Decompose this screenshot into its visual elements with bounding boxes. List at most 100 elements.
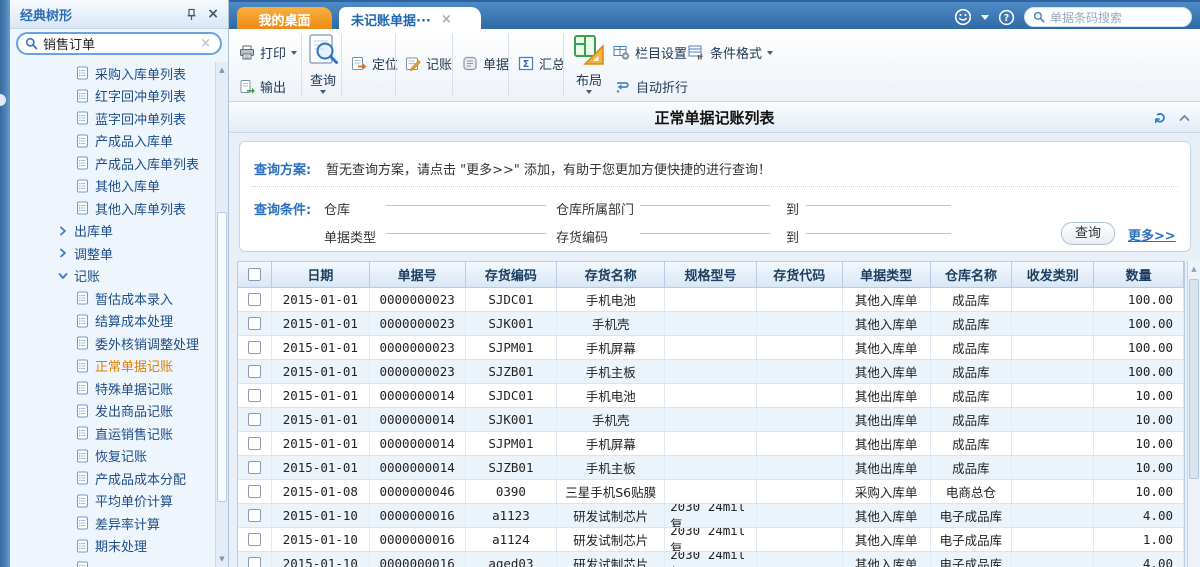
warehouse-input[interactable] — [386, 188, 546, 206]
table-row[interactable]: 2015-01-0800000000460390三星手机S6贴膜采购入库单电商总… — [238, 480, 1184, 504]
row-checkbox[interactable] — [248, 341, 261, 354]
table-row[interactable]: 2015-01-100000000016a1123研发试制芯片2030 24mi… — [238, 504, 1184, 528]
tree-leaf-item[interactable]: 平均单价计算 — [10, 490, 215, 513]
tree-leaf-item[interactable]: 结算成本处理 — [10, 310, 215, 333]
table-row[interactable]: 2015-01-100000000016aqed03研发试制芯片2030 24m… — [238, 552, 1184, 567]
summary-button[interactable]: Σ 汇总 — [518, 54, 565, 73]
row-checkbox[interactable] — [248, 437, 261, 450]
tree-leaf-item[interactable]: 蓝字回冲单列表 — [10, 107, 215, 130]
table-row[interactable]: 2015-01-010000000014SJPM01手机屏幕其他出库单成品库10… — [238, 432, 1184, 456]
sidebar-search-input[interactable]: 销售订单 × — [16, 32, 222, 55]
cell: 电商总仓 — [931, 480, 1013, 503]
warehouse-dept-to-input[interactable] — [806, 188, 951, 206]
table-row[interactable]: 2015-01-010000000023SJK001手机壳其他入库单成品库100… — [238, 312, 1184, 336]
query-button[interactable]: 查询 — [301, 33, 345, 94]
tree-leaf-item[interactable]: 直运销售记账 — [10, 422, 215, 445]
inv-code-input[interactable] — [640, 216, 770, 234]
tree-leaf-item[interactable]: 差异率计算 — [10, 512, 215, 535]
row-checkbox[interactable] — [248, 461, 261, 474]
table-row[interactable]: 2015-01-010000000014SJZB01手机主板其他出库单成品库10… — [238, 456, 1184, 480]
search-button[interactable]: 查询 — [1061, 222, 1115, 245]
scroll-down-icon[interactable]: ▼ — [216, 555, 228, 563]
auto-wrap-button[interactable]: 自动折行 — [615, 77, 688, 96]
more-link[interactable]: 更多>> — [1128, 225, 1176, 244]
column-header[interactable]: 仓库名称 — [931, 262, 1013, 287]
column-header[interactable]: 存货名称 — [557, 262, 665, 287]
layout-button[interactable]: 布局 — [567, 33, 611, 94]
table-row[interactable]: 2015-01-010000000014SJK001手机壳其他出库单成品库10.… — [238, 408, 1184, 432]
post-button[interactable]: 记账 — [405, 54, 452, 73]
scroll-up-icon[interactable]: ▲ — [1188, 265, 1200, 273]
row-checkbox[interactable] — [248, 413, 261, 426]
sidebar-scrollbar[interactable]: ▲ ▼ — [215, 62, 228, 567]
barcode-search-input[interactable]: 单据条码搜索 — [1024, 7, 1192, 27]
document-icon — [76, 201, 89, 215]
tree-leaf-item[interactable]: 产成品入库单列表 — [10, 152, 215, 175]
row-checkbox[interactable] — [248, 293, 261, 306]
tree-leaf-item[interactable]: 恢复记账 — [10, 445, 215, 468]
row-checkbox[interactable] — [248, 389, 261, 402]
collapse-icon[interactable] — [1179, 114, 1190, 122]
tab-close-icon[interactable]: × — [441, 12, 452, 27]
bill-button[interactable]: 单据 — [462, 54, 509, 73]
chevron-down-icon[interactable] — [981, 15, 989, 20]
column-header[interactable]: 存货编码 — [466, 262, 558, 287]
export-button[interactable]: 输出 — [239, 77, 286, 96]
scroll-thumb[interactable] — [217, 212, 227, 502]
tree-leaf-item[interactable]: 发出商品记账 — [10, 400, 215, 423]
table-row[interactable]: 2015-01-010000000023SJZB01手机主板其他入库单成品库10… — [238, 360, 1184, 384]
tree-leaf-item[interactable]: 红字回冲单列表 — [10, 85, 215, 108]
row-select-cell — [238, 528, 272, 551]
tree-group-item[interactable]: 出库单 — [10, 220, 215, 243]
clear-icon[interactable]: × — [200, 37, 211, 50]
row-checkbox[interactable] — [248, 485, 261, 498]
smiley-icon[interactable] — [954, 8, 972, 26]
table-row[interactable]: 2015-01-010000000023SJDC01手机电池其他入库单成品库10… — [238, 288, 1184, 312]
conditional-format-button[interactable]: If 条件格式 — [688, 43, 773, 62]
tree-leaf-item[interactable]: 委外核销调整处理 — [10, 332, 215, 355]
locate-button[interactable]: 定位 — [351, 54, 398, 73]
row-checkbox[interactable] — [248, 365, 261, 378]
select-all-checkbox[interactable] — [248, 268, 261, 281]
tab-my-desktop[interactable]: 我的桌面 — [237, 7, 332, 31]
row-checkbox[interactable] — [248, 533, 261, 546]
pin-icon[interactable] — [185, 8, 198, 21]
column-header[interactable]: 收发类别 — [1012, 262, 1094, 287]
tab-unposted-docs[interactable]: 未记账单据··· × — [339, 7, 481, 31]
tree-leaf-item[interactable]: 期末处理 — [10, 535, 215, 558]
row-checkbox[interactable] — [248, 557, 261, 567]
table-row[interactable]: 2015-01-100000000016a1124研发试制芯片2030 24mi… — [238, 528, 1184, 552]
tree-leaf-item[interactable] — [10, 557, 215, 567]
row-checkbox[interactable] — [248, 509, 261, 522]
column-header[interactable]: 数量 — [1094, 262, 1184, 287]
tree-leaf-item[interactable]: 暂估成本录入 — [10, 287, 215, 310]
tree-group-item[interactable]: 调整单 — [10, 242, 215, 265]
tree-leaf-item[interactable]: 其他入库单列表 — [10, 197, 215, 220]
row-checkbox[interactable] — [248, 317, 261, 330]
tree-group-item[interactable]: 记账 — [10, 265, 215, 288]
column-header[interactable]: 单据类型 — [843, 262, 931, 287]
tree-leaf-item[interactable]: 其他入库单 — [10, 175, 215, 198]
scroll-thumb[interactable] — [1189, 279, 1199, 479]
doc-type-input[interactable] — [386, 216, 546, 234]
table-row[interactable]: 2015-01-010000000014SJDC01手机电池其他出库单成品库10… — [238, 384, 1184, 408]
tree-leaf-item[interactable]: 产成品入库单 — [10, 130, 215, 153]
inv-code-to-input[interactable] — [806, 216, 951, 234]
column-header[interactable]: 规格型号 — [665, 262, 757, 287]
column-settings-button[interactable]: 栏目设置 — [613, 43, 687, 62]
help-icon[interactable]: ? — [998, 9, 1015, 26]
close-icon[interactable]: × — [207, 7, 219, 21]
column-header[interactable]: 日期 — [272, 262, 370, 287]
grid-scrollbar[interactable]: ▲ — [1187, 261, 1200, 567]
column-header[interactable]: 单据号 — [370, 262, 466, 287]
table-row[interactable]: 2015-01-010000000023SJPM01手机屏幕其他入库单成品库10… — [238, 336, 1184, 360]
tree-leaf-item[interactable]: 采购入库单列表 — [10, 62, 215, 85]
print-button[interactable]: 打印 — [239, 43, 297, 62]
tree-leaf-item[interactable]: 特殊单据记账 — [10, 377, 215, 400]
scroll-up-icon[interactable]: ▲ — [216, 66, 228, 74]
tree-leaf-item[interactable]: 产成品成本分配 — [10, 467, 215, 490]
warehouse-dept-input[interactable] — [640, 188, 770, 206]
refresh-icon[interactable]: ↻ — [1152, 111, 1170, 124]
tree-leaf-item[interactable]: 正常单据记账 — [10, 355, 215, 378]
column-header[interactable]: 存货代码 — [757, 262, 843, 287]
